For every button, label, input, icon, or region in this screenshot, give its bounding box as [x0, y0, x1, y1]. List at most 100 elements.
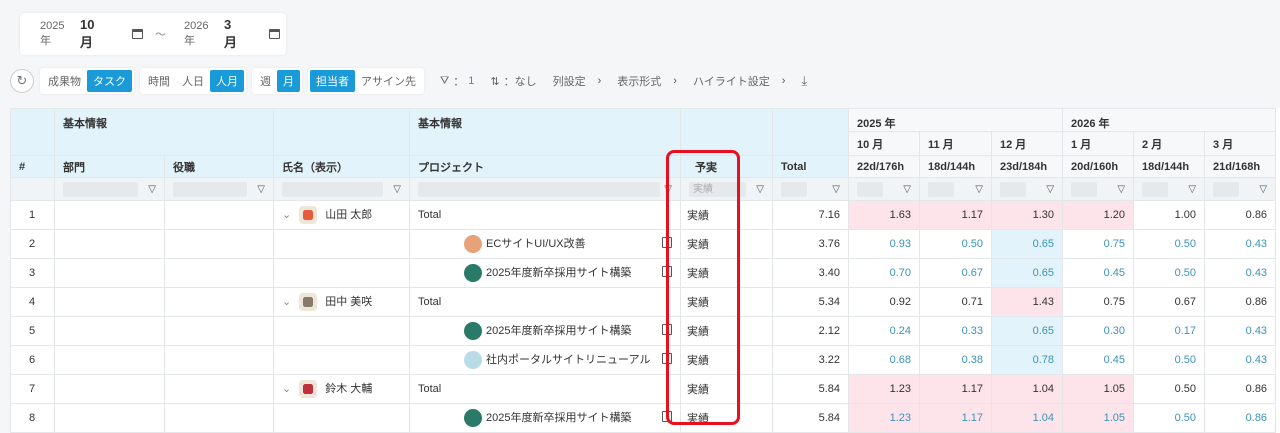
refresh-icon[interactable]: ↻ [10, 69, 34, 93]
month-value[interactable]: 0.75 [1062, 287, 1135, 317]
col-role[interactable]: 役職 [164, 155, 274, 178]
filter-input[interactable] [1071, 181, 1098, 197]
view-option[interactable]: タスク [87, 70, 132, 92]
month-value[interactable]: 0.86 [1204, 403, 1277, 433]
calendar-icon[interactable] [269, 29, 280, 39]
month-value[interactable]: 0.93 [848, 229, 920, 259]
filter-icon[interactable]: ▽ [903, 184, 911, 195]
filter-icon[interactable]: ▽ [148, 184, 156, 195]
chevron-down-icon[interactable]: ⌄ [282, 383, 291, 395]
month-value[interactable]: 1.63 [848, 200, 920, 230]
month-value[interactable]: 1.23 [848, 374, 920, 404]
table-row[interactable]: 4 ⌄ 田中 美咲 Total 実績 5.34 0.92 0.71 1.43 0.75 0.67 0.… [10, 287, 1277, 317]
month-value[interactable]: 0.78 [990, 345, 1064, 375]
month-value[interactable]: 1.23 [848, 403, 920, 433]
filter-input[interactable] [63, 181, 139, 197]
col-name[interactable]: 氏名（表示） [273, 155, 410, 178]
filter-input[interactable] [1000, 181, 1026, 197]
month-value[interactable]: 0.43 [1204, 345, 1277, 375]
table-row[interactable]: 8 2025年度新卒採用サイト構築 実績 5.84 1.23 1.17 1.04 1.05 0.… [10, 403, 1277, 433]
filter-input[interactable] [857, 181, 883, 197]
filter-input[interactable] [1142, 181, 1169, 197]
end-month[interactable]: 3月 [224, 17, 243, 51]
month-value[interactable]: 1.43 [990, 287, 1064, 317]
filter-icon[interactable]: ▽ [1259, 184, 1267, 195]
month-value[interactable]: 1.30 [990, 200, 1064, 230]
month-value[interactable]: 1.17 [919, 200, 992, 230]
col-plan[interactable]: 予実 [680, 155, 773, 178]
month-value[interactable]: 0.86 [1204, 200, 1277, 230]
assign-option[interactable]: 担当者 [310, 70, 355, 92]
month-value[interactable]: 0.43 [1204, 316, 1277, 346]
start-month[interactable]: 10月 [80, 17, 106, 51]
month-value[interactable]: 1.04 [990, 374, 1064, 404]
filter-input[interactable] [928, 181, 954, 197]
assign-option[interactable]: アサイン先 [355, 70, 422, 92]
month-value[interactable]: 1.17 [919, 403, 992, 433]
filter-icon[interactable]: ▽ [664, 184, 672, 195]
filter-input[interactable] [418, 181, 661, 197]
table-row[interactable]: 5 2025年度新卒採用サイト構築 実績 2.12 0.24 0.33 0.65 0.30 0.… [10, 316, 1277, 346]
month-value[interactable]: 0.86 [1204, 287, 1277, 317]
filter-icon[interactable]: ▽ [832, 184, 840, 195]
month-value[interactable]: 0.50 [1133, 403, 1206, 433]
month-value[interactable]: 0.24 [848, 316, 920, 346]
filter-icon[interactable]: ▽ [1046, 184, 1054, 195]
col-total[interactable]: Total [772, 155, 849, 178]
filter-icon[interactable]: ▽ [1117, 184, 1125, 195]
month-value[interactable]: 0.68 [848, 345, 920, 375]
filter-input[interactable] [173, 181, 248, 197]
filter-icon[interactable]: ▽ [975, 184, 983, 195]
month-value[interactable]: 0.17 [1133, 316, 1206, 346]
month-value[interactable]: 0.67 [1133, 287, 1206, 317]
month-value[interactable]: 0.65 [990, 258, 1064, 288]
filter-button[interactable]: ⛛： 1 [440, 73, 474, 89]
month-value[interactable]: 1.04 [990, 403, 1064, 433]
unit-option[interactable]: 人日 [176, 70, 210, 92]
chevron-down-icon[interactable]: ⌄ [282, 209, 291, 221]
sort-button[interactable]: ⇅ ：なし [490, 73, 536, 89]
period-option[interactable]: 週 [254, 70, 277, 92]
highlight-settings-button[interactable]: ハイライト設定 › [693, 73, 785, 89]
table-row[interactable]: 6 社内ポータルサイトリニューアル 実績 3.22 0.68 0.38 0.78 0.45 0.… [10, 345, 1277, 375]
month-value[interactable]: 0.43 [1204, 229, 1277, 259]
display-format-button[interactable]: 表示形式 › [617, 73, 677, 89]
view-option[interactable]: 成果物 [42, 70, 87, 92]
col-project[interactable]: プロジェクト [409, 155, 681, 178]
month-value[interactable]: 1.17 [919, 374, 992, 404]
date-range-picker[interactable]: 2025年 10月 ～ 2026年 3月 [20, 13, 286, 55]
filter-icon[interactable]: ▽ [1188, 184, 1196, 195]
open-external-icon[interactable] [662, 265, 672, 277]
month-value[interactable]: 0.86 [1204, 374, 1277, 404]
table-row[interactable]: 7 ⌄ 鈴木 大輔 Total 実績 5.84 1.23 1.17 1.04 1.05 0.50 0.… [10, 374, 1277, 404]
month-value[interactable]: 0.71 [919, 287, 992, 317]
chevron-down-icon[interactable]: ⌄ [282, 296, 291, 308]
open-external-icon[interactable] [662, 236, 672, 248]
month-value[interactable]: 0.30 [1062, 316, 1135, 346]
month-value[interactable]: 1.05 [1062, 403, 1135, 433]
table-row[interactable]: 2 ECサイトUI/UX改善 実績 3.76 0.93 0.50 0.65 0.75 0.50 0… [10, 229, 1277, 259]
open-external-icon[interactable] [662, 352, 672, 364]
filter-input[interactable] [781, 181, 807, 197]
period-option[interactable]: 月 [277, 70, 300, 92]
download-icon[interactable]: ⤓ [801, 73, 807, 89]
table-row[interactable]: 1 ⌄ 山田 太郎 Total 実績 7.16 1.63 1.17 1.30 1.20 1.00 0.… [10, 200, 1277, 230]
month-value[interactable]: 0.33 [919, 316, 992, 346]
month-value[interactable]: 0.65 [990, 229, 1064, 259]
month-value[interactable]: 0.50 [1133, 345, 1206, 375]
unit-option[interactable]: 時間 [142, 70, 176, 92]
open-external-icon[interactable] [662, 323, 672, 335]
column-settings-button[interactable]: 列設定 › [553, 73, 602, 89]
filter-input[interactable] [282, 181, 384, 197]
filter-input[interactable]: 実績 [689, 181, 747, 197]
month-value[interactable]: 1.00 [1133, 200, 1206, 230]
filter-icon[interactable]: ▽ [756, 184, 764, 195]
month-value[interactable]: 0.50 [1133, 229, 1206, 259]
month-value[interactable]: 0.45 [1062, 258, 1135, 288]
month-value[interactable]: 0.50 [919, 229, 992, 259]
filter-input[interactable] [1213, 181, 1240, 197]
month-value[interactable]: 0.67 [919, 258, 992, 288]
filter-icon[interactable]: ▽ [393, 184, 401, 195]
month-value[interactable]: 0.50 [1133, 258, 1206, 288]
month-value[interactable]: 0.38 [919, 345, 992, 375]
